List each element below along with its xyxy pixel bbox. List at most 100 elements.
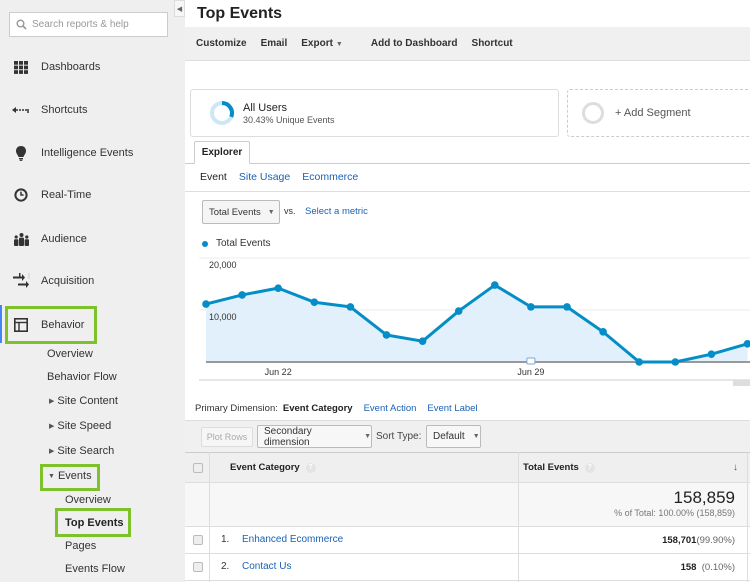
sidebar-item-label: Real-Time xyxy=(41,189,92,201)
sort-type-dropdown[interactable]: Default ▼ xyxy=(426,425,481,448)
sort-type-value: Default xyxy=(433,431,465,442)
row-total: 158,701(99.90%) xyxy=(662,535,735,546)
segment-all-users[interactable]: All Users 30.43% Unique Events xyxy=(190,89,559,137)
event-category-link[interactable]: Enhanced Ecommerce xyxy=(242,534,343,545)
caret-down-icon: ▼ xyxy=(267,208,275,216)
chart-svg: 10,000 20,000 Jun 22 Jun 29 xyxy=(199,257,750,386)
site-speed-label: Site Speed xyxy=(57,420,112,432)
events-highlight-box xyxy=(40,464,100,491)
top-events-highlight-box xyxy=(55,508,131,537)
behavior-flow-link[interactable]: Behavior Flow xyxy=(47,371,117,383)
secondary-dimension-dropdown[interactable]: Secondary dimension ▼ xyxy=(257,425,372,448)
caret-down-icon: ▼ xyxy=(364,433,371,440)
data-point xyxy=(238,291,246,299)
help-icon[interactable]: ? xyxy=(305,462,316,473)
data-point xyxy=(382,331,391,339)
add-segment-button[interactable]: + Add Segment xyxy=(567,89,750,137)
subtab-site-usage[interactable]: Site Usage xyxy=(239,171,290,183)
column-divider xyxy=(518,452,519,582)
segment-detail: 30.43% Unique Events xyxy=(243,114,335,125)
collapse-sidebar-button[interactable]: ◀ xyxy=(174,0,185,17)
shortcut-button[interactable]: Shortcut xyxy=(472,38,513,49)
row-checkbox[interactable] xyxy=(193,562,203,572)
legend-label: Total Events xyxy=(216,238,271,249)
x-tick-label: Jun 29 xyxy=(517,367,544,377)
site-content-link[interactable]: ▶ Site Content xyxy=(49,395,118,407)
column-label: Event Category xyxy=(230,462,300,473)
total-events-value: 158,859 xyxy=(673,488,735,507)
tab-explorer[interactable]: Explorer xyxy=(194,141,250,164)
export-button[interactable]: Export ▼ xyxy=(301,38,357,49)
line-chart: 10,000 20,000 Jun 22 Jun 29 xyxy=(185,252,750,387)
behavior-highlight-box xyxy=(5,306,97,344)
primary-dimension-label: Primary Dimension: xyxy=(195,403,278,414)
customize-button[interactable]: Customize xyxy=(196,38,247,49)
people-icon xyxy=(11,229,31,249)
add-segment-label: + Add Segment xyxy=(615,107,691,119)
events-overview-link[interactable]: Overview xyxy=(65,494,111,506)
sidebar-item-label: Acquisition xyxy=(41,275,95,287)
dimension-event-category[interactable]: Event Category xyxy=(283,403,353,414)
row-checkbox[interactable] xyxy=(193,535,203,545)
metric-dropdown[interactable]: Total Events ▼ xyxy=(202,200,280,224)
column-header-total-events[interactable]: Total Events? xyxy=(523,462,595,473)
primary-dimension-bar: Primary Dimension: Event Category Event … xyxy=(195,403,489,414)
site-speed-link[interactable]: ▶ Site Speed xyxy=(49,420,111,432)
events-flow-link[interactable]: Events Flow xyxy=(65,563,125,575)
main-content: Top Events Customize Email Export ▼ Add t… xyxy=(185,0,750,582)
sidebar-item-dashboards[interactable]: Dashboards xyxy=(0,52,185,82)
arrows-icon xyxy=(11,271,31,291)
site-search-link[interactable]: ▶ Site Search xyxy=(49,445,114,457)
sidebar-item-label: Intelligence Events xyxy=(41,147,134,159)
search-box[interactable] xyxy=(9,12,168,37)
add-to-dashboard-button[interactable]: Add to Dashboard xyxy=(371,38,458,49)
total-events-detail: % of Total: 100.00% (158,859) xyxy=(614,508,735,518)
row-total: 158 (0.10%) xyxy=(681,562,735,573)
select-all-checkbox[interactable] xyxy=(193,463,203,473)
expand-triangle-icon: ▶ xyxy=(49,423,55,430)
select-metric-link[interactable]: Select a metric xyxy=(305,206,368,217)
site-content-label: Site Content xyxy=(57,395,118,407)
subtab-divider xyxy=(185,191,750,192)
plot-rows-button[interactable]: Plot Rows xyxy=(201,427,253,447)
table-header-row: Event Category? Total Events? ↓ xyxy=(185,452,750,483)
row-total-value: 158,701 xyxy=(662,535,697,546)
caret-down-icon: ▼ xyxy=(472,433,480,440)
dimension-event-action[interactable]: Event Action xyxy=(364,403,417,414)
chart-legend[interactable]: Total Events xyxy=(202,238,270,249)
data-point xyxy=(274,284,282,292)
dimension-event-label[interactable]: Event Label xyxy=(427,403,477,414)
help-icon[interactable]: ? xyxy=(584,462,595,473)
data-point xyxy=(346,303,355,311)
events-pages-link[interactable]: Pages xyxy=(65,540,96,552)
behavior-overview-link[interactable]: Overview xyxy=(47,348,93,360)
sort-descending-icon[interactable]: ↓ xyxy=(733,462,738,473)
event-category-link[interactable]: Contact Us xyxy=(242,561,291,572)
x-tick-label: Jun 22 xyxy=(265,367,292,377)
subtab-ecommerce[interactable]: Ecommerce xyxy=(302,171,358,183)
email-button[interactable]: Email xyxy=(261,38,288,49)
sidebar-item-shortcuts[interactable]: Shortcuts xyxy=(0,95,185,125)
data-point xyxy=(418,337,427,345)
page-title: Top Events xyxy=(197,5,283,22)
sidebar-item-audience[interactable]: Audience xyxy=(0,224,185,254)
sidebar: Dashboards Shortcuts Intelligence Events… xyxy=(0,0,185,582)
subtab-event[interactable]: Event xyxy=(200,171,227,183)
caret-down-icon: ▼ xyxy=(335,41,343,48)
legend-dot xyxy=(202,240,208,247)
data-point xyxy=(202,300,210,308)
explorer-subtabs: Event Site Usage Ecommerce xyxy=(200,171,370,183)
search-input[interactable] xyxy=(32,19,162,30)
row-total-value: 158 xyxy=(680,562,697,573)
sidebar-item-acquisition[interactable]: Acquisition xyxy=(0,266,185,296)
sidebar-item-real-time[interactable]: Real-Time xyxy=(0,180,185,210)
data-point xyxy=(491,281,499,289)
data-point xyxy=(707,350,716,358)
sidebar-item-intelligence-events[interactable]: Intelligence Events xyxy=(0,138,185,168)
column-header-event-category[interactable]: Event Category? xyxy=(230,462,316,473)
column-label: Total Events xyxy=(523,462,579,473)
search-icon xyxy=(16,19,27,30)
sidebar-item-label: Audience xyxy=(41,233,87,245)
annotation-marker-icon xyxy=(526,357,536,365)
data-point xyxy=(454,307,463,315)
